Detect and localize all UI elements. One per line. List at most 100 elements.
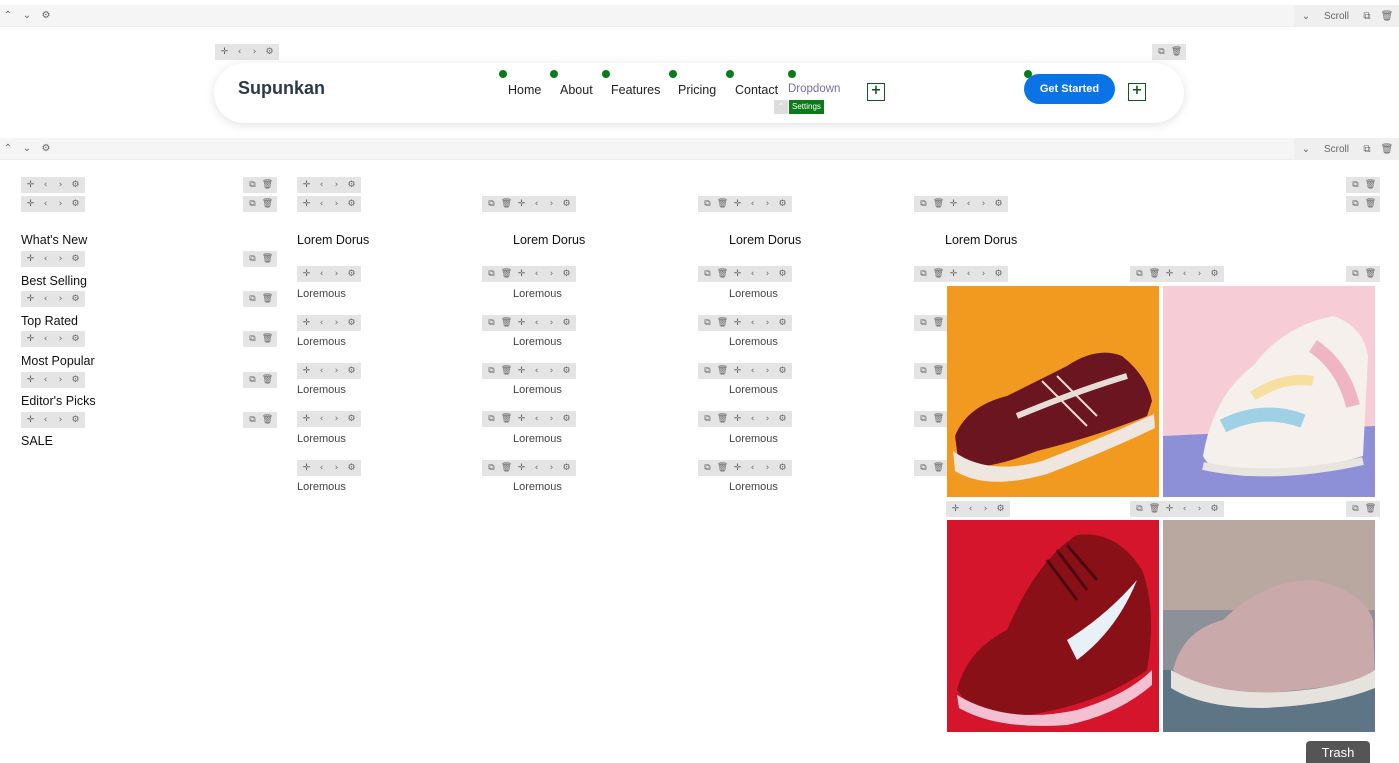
sidebar-best-selling[interactable]: Best Selling: [21, 274, 87, 288]
gear-icon[interactable]: ⚙: [68, 251, 83, 267]
gear-icon[interactable]: ⚙: [344, 315, 359, 331]
gear-icon[interactable]: ⚙: [1207, 501, 1222, 517]
chevron-right-icon[interactable]: ›: [1192, 501, 1207, 517]
gear-icon[interactable]: ⚙: [68, 196, 83, 212]
chevron-right-icon[interactable]: ›: [329, 363, 344, 379]
copy-icon[interactable]: ⧉: [700, 196, 715, 212]
chevron-left-icon[interactable]: ‹: [529, 315, 544, 331]
copy-icon[interactable]: ⧉: [916, 196, 931, 212]
copy-icon[interactable]: ⧉: [484, 196, 499, 212]
chevron-left-icon[interactable]: ‹: [38, 372, 53, 388]
chevron-left-icon[interactable]: ‹: [38, 196, 53, 212]
chevron-left-icon[interactable]: ‹: [38, 291, 53, 307]
settings-badge[interactable]: Settings: [789, 100, 824, 114]
nav-dropdown[interactable]: Dropdown: [788, 83, 840, 95]
chevron-left-icon[interactable]: ‹: [314, 411, 329, 427]
move-icon[interactable]: ✛: [23, 177, 38, 193]
trash-icon[interactable]: 🗑: [1363, 501, 1378, 517]
copy-icon[interactable]: ⧉: [1348, 501, 1363, 517]
copy-icon[interactable]: ⧉: [1348, 266, 1363, 282]
trash-icon[interactable]: 🗑: [931, 196, 946, 212]
nav-features[interactable]: Features: [611, 83, 660, 97]
nav-about[interactable]: About: [560, 83, 593, 97]
sidebar-editors-picks[interactable]: Editor's Picks: [21, 394, 96, 408]
move-icon[interactable]: ✛: [730, 363, 745, 379]
brand-logo[interactable]: Supunkan: [238, 78, 325, 99]
chevron-down-icon[interactable]: ⌄: [1296, 144, 1316, 155]
chevron-right-icon[interactable]: ›: [329, 411, 344, 427]
gear-icon[interactable]: ⚙: [344, 177, 359, 193]
gear-icon[interactable]: ⚙: [559, 315, 574, 331]
copy-icon[interactable]: ⧉: [484, 363, 499, 379]
chevron-right-icon[interactable]: ›: [544, 196, 559, 212]
trash-icon[interactable]: 🗑: [931, 266, 946, 282]
gear-icon[interactable]: ⚙: [38, 8, 54, 24]
trash-icon[interactable]: 🗑: [499, 411, 514, 427]
move-icon[interactable]: ✛: [514, 315, 529, 331]
chevron-right-icon[interactable]: ›: [760, 460, 775, 476]
gear-icon[interactable]: ⚙: [68, 291, 83, 307]
trash-icon[interactable]: 🗑: [1363, 177, 1378, 193]
chevron-left-icon[interactable]: ‹: [529, 196, 544, 212]
gear-icon[interactable]: ⚙: [344, 363, 359, 379]
chevron-left-icon[interactable]: ‹: [529, 363, 544, 379]
trash-icon[interactable]: 🗑: [260, 372, 275, 388]
trash-icon[interactable]: 🗑: [1147, 501, 1162, 517]
chevron-left-icon[interactable]: ‹: [961, 266, 976, 282]
chevron-left-icon[interactable]: ‹: [529, 460, 544, 476]
move-icon[interactable]: ✛: [299, 363, 314, 379]
chevron-up-icon[interactable]: ⌃: [0, 8, 16, 24]
move-icon[interactable]: ✛: [730, 411, 745, 427]
chevron-right-icon[interactable]: ›: [329, 266, 344, 282]
move-icon[interactable]: ✛: [730, 266, 745, 282]
trash-icon[interactable]: 🗑: [260, 196, 275, 212]
scroll-button[interactable]: Scroll: [1316, 11, 1357, 22]
move-icon[interactable]: ✛: [730, 460, 745, 476]
copy-icon[interactable]: ⧉: [700, 411, 715, 427]
gear-icon[interactable]: ⚙: [775, 363, 790, 379]
chevron-left-icon[interactable]: ‹: [38, 331, 53, 347]
move-icon[interactable]: ✛: [514, 363, 529, 379]
chevron-right-icon[interactable]: ›: [760, 363, 775, 379]
chevron-left-icon[interactable]: ‹: [38, 412, 53, 428]
copy-icon[interactable]: ⧉: [1154, 44, 1169, 60]
chevron-left-icon[interactable]: ‹: [529, 411, 544, 427]
move-icon[interactable]: ✛: [514, 460, 529, 476]
move-icon[interactable]: ✛: [1162, 501, 1177, 517]
gear-icon[interactable]: ⚙: [68, 412, 83, 428]
scroll-button[interactable]: Scroll: [1316, 144, 1357, 155]
move-icon[interactable]: ✛: [514, 411, 529, 427]
move-icon[interactable]: ✛: [299, 315, 314, 331]
trash-icon[interactable]: 🗑: [1147, 266, 1162, 282]
chevron-down-icon[interactable]: ⌄: [19, 8, 35, 24]
copy-icon[interactable]: ⧉: [484, 266, 499, 282]
move-icon[interactable]: ✛: [23, 412, 38, 428]
sidebar-whats-new[interactable]: What's New: [21, 233, 87, 247]
nav-home[interactable]: Home: [508, 83, 541, 97]
chevron-left-icon[interactable]: ‹: [314, 460, 329, 476]
list-item[interactable]: Loremous: [297, 384, 346, 396]
gear-icon[interactable]: ⚙: [775, 266, 790, 282]
copy-icon[interactable]: ⧉: [700, 266, 715, 282]
move-icon[interactable]: ✛: [514, 196, 529, 212]
chevron-right-icon[interactable]: ›: [760, 411, 775, 427]
product-image-pink-sneaker[interactable]: [1163, 520, 1375, 732]
chevron-left-icon[interactable]: ‹: [314, 177, 329, 193]
trash-icon[interactable]: 🗑: [715, 460, 730, 476]
chevron-right-icon[interactable]: ›: [329, 177, 344, 193]
chevron-left-icon[interactable]: ‹: [38, 251, 53, 267]
move-icon[interactable]: ✛: [23, 196, 38, 212]
list-item[interactable]: Loremous: [513, 384, 562, 396]
chevron-right-icon[interactable]: ›: [976, 196, 991, 212]
copy-icon[interactable]: ⧉: [484, 460, 499, 476]
copy-icon[interactable]: ⧉: [916, 363, 931, 379]
chevron-right-icon[interactable]: ›: [53, 372, 68, 388]
copy-icon[interactable]: ⧉: [916, 460, 931, 476]
copy-icon[interactable]: ⧉: [1132, 266, 1147, 282]
list-item[interactable]: Loremous: [513, 336, 562, 348]
move-icon[interactable]: ✛: [217, 44, 232, 60]
chevron-right-icon[interactable]: ›: [544, 266, 559, 282]
trash-icon[interactable]: 🗑: [260, 251, 275, 267]
chevron-left-icon[interactable]: ‹: [529, 266, 544, 282]
chevron-down-icon[interactable]: ⌄: [1296, 11, 1316, 22]
